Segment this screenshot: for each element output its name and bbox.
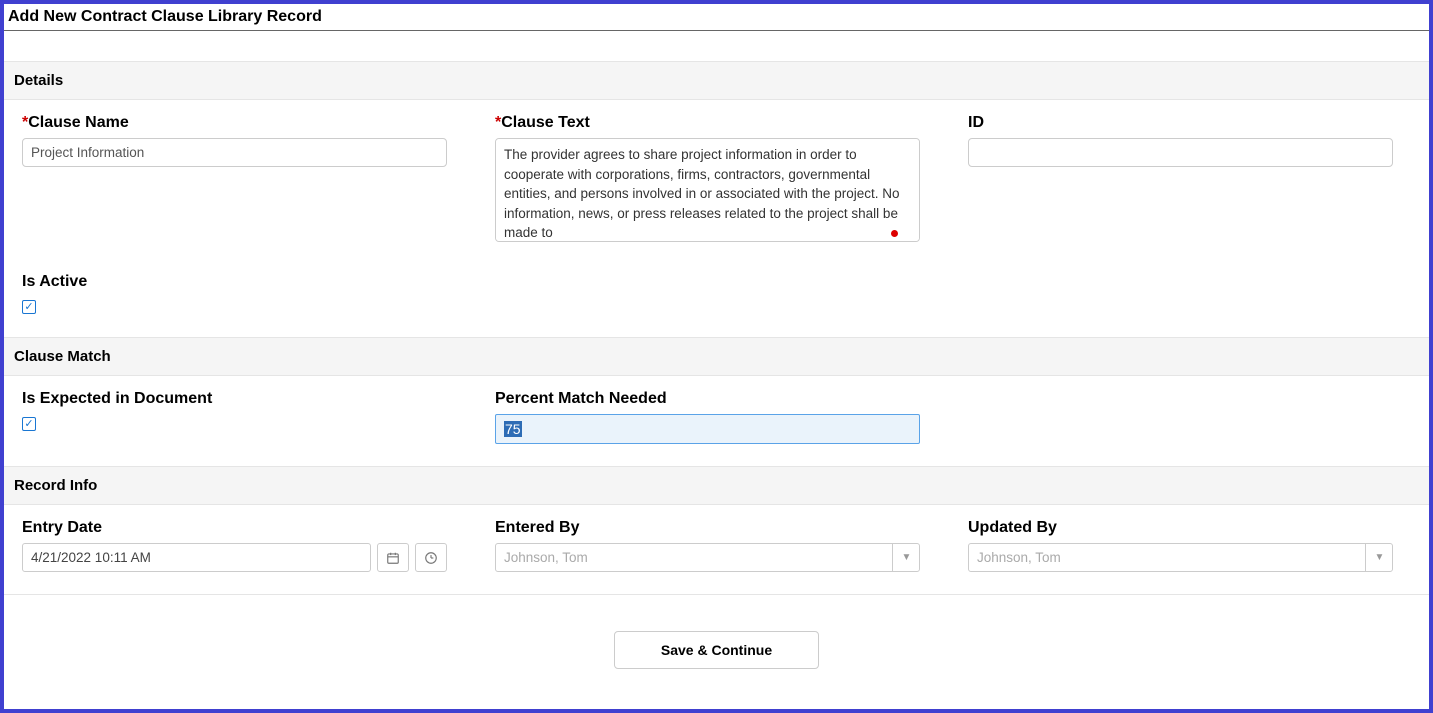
chevron-down-icon: ▼ [892, 543, 920, 572]
entry-date-label: Entry Date [22, 519, 447, 537]
entered-by-label: Entered By [495, 519, 920, 537]
clause-name-label: *Clause Name [22, 114, 447, 132]
percent-match-label: Percent Match Needed [495, 390, 920, 408]
section-record-info-header: Record Info [4, 466, 1429, 505]
save-continue-button[interactable]: Save & Continue [614, 631, 819, 669]
updated-by-select[interactable]: Johnson, Tom ▼ [968, 543, 1393, 572]
section-details-header: Details [4, 61, 1429, 100]
clause-name-input[interactable] [22, 138, 447, 167]
calendar-icon[interactable] [377, 543, 409, 572]
entry-date-input[interactable]: 4/21/2022 10:11 AM [22, 543, 371, 572]
chevron-down-icon: ▼ [1365, 543, 1393, 572]
entered-by-value: Johnson, Tom [495, 543, 920, 572]
is-expected-checkbox[interactable]: ✓ [22, 417, 36, 431]
updated-by-label: Updated By [968, 519, 1393, 537]
section-clause-match-header: Clause Match [4, 337, 1429, 376]
clause-text-label: *Clause Text [495, 114, 920, 132]
clause-text-input[interactable]: The provider agrees to share project inf… [495, 138, 920, 242]
is-active-checkbox[interactable]: ✓ [22, 300, 36, 314]
page-title: Add New Contract Clause Library Record [4, 4, 1429, 31]
entered-by-select[interactable]: Johnson, Tom ▼ [495, 543, 920, 572]
clock-icon[interactable] [415, 543, 447, 572]
id-label: ID [968, 114, 1393, 132]
percent-match-input[interactable]: 75 [495, 414, 920, 444]
id-input[interactable] [968, 138, 1393, 167]
updated-by-value: Johnson, Tom [968, 543, 1393, 572]
is-active-label: Is Active [22, 273, 1411, 291]
is-expected-label: Is Expected in Document [22, 390, 447, 408]
